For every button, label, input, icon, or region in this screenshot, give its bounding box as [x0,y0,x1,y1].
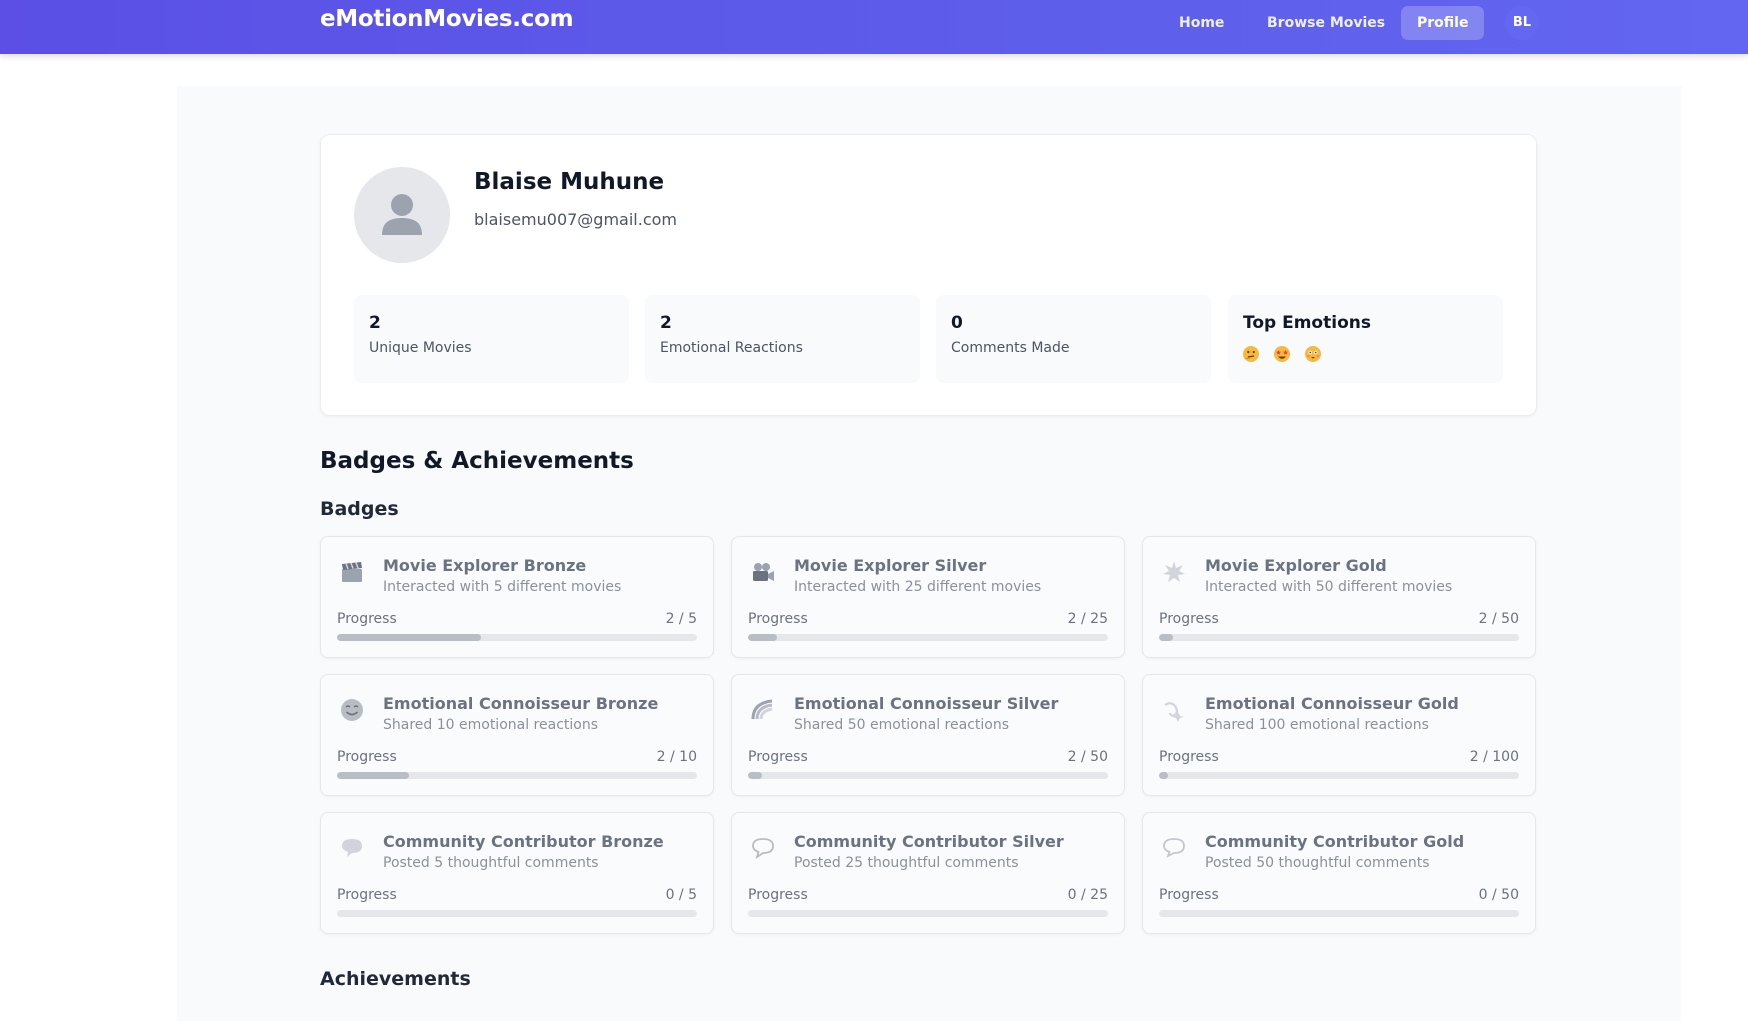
badge-progress-fill [748,634,777,641]
stat-label: Emotional Reactions [660,340,803,356]
badge-progress-label: Progress [748,887,808,903]
badge-progress-label: Progress [1159,611,1219,627]
badge-progress-bar [337,772,697,779]
badge-progress-bar [748,634,1108,641]
movie-camera-icon [750,559,778,587]
badge-progress-bar [748,910,1108,917]
brand-logo[interactable]: eMotionMovies.com [320,6,574,32]
top-emotions-list [1242,345,1330,367]
star-struck-face-icon [1273,345,1293,365]
thinking-face-icon [1242,345,1262,365]
badge-progress-fill [1159,634,1174,641]
badge-description: Posted 25 thoughtful comments [794,855,1019,871]
badge-progress-bar [1159,910,1519,917]
badge-progress-count: 2 / 25 [1067,611,1108,627]
badge-card[interactable]: Community Contributor Silver Posted 25 t… [731,812,1125,934]
badge-progress-count: 0 / 50 [1478,887,1519,903]
flushed-face-icon [1304,345,1324,365]
badge-title: Emotional Connoisseur Silver [794,694,1059,713]
star-burst-icon [1161,559,1189,587]
speech-bubble-icon [339,835,367,863]
badge-progress-count: 2 / 100 [1469,749,1519,765]
badge-title: Community Contributor Gold [1205,832,1465,851]
badge-description: Interacted with 25 different movies [794,579,1042,595]
badge-progress-bar [1159,772,1519,779]
badge-description: Interacted with 50 different movies [1205,579,1453,595]
stat-value: 0 [951,313,963,333]
user-silhouette-icon [382,194,422,235]
speech-balloon-icon [750,835,778,863]
badge-progress-fill [337,634,481,641]
badge-progress-bar [337,634,697,641]
badge-card[interactable]: Emotional Connoisseur Gold Shared 100 em… [1142,674,1536,796]
badge-title: Community Contributor Bronze [383,832,664,851]
badge-title: Community Contributor Silver [794,832,1064,851]
stat-comments-made: 0 Comments Made [936,295,1211,383]
badge-title: Movie Explorer Bronze [383,556,587,575]
badge-progress-count: 2 / 50 [1067,749,1108,765]
badge-title: Emotional Connoisseur Bronze [383,694,659,713]
badge-title: Emotional Connoisseur Gold [1205,694,1459,713]
dizzy-icon [1161,697,1189,725]
stat-label: Unique Movies [369,340,472,356]
badge-progress-fill [1159,772,1168,779]
badge-card[interactable]: Community Contributor Gold Posted 50 tho… [1142,812,1536,934]
smiling-face-icon [339,697,367,725]
badges-heading: Badges [320,498,399,520]
badge-description: Posted 50 thoughtful comments [1205,855,1430,871]
badge-description: Shared 10 emotional reactions [383,717,599,733]
badge-progress-label: Progress [748,749,808,765]
stat-unique-movies: 2 Unique Movies [354,295,629,383]
badge-card[interactable]: Community Contributor Bronze Posted 5 th… [320,812,714,934]
nav-browse-movies-link[interactable]: Browse Movies [1251,6,1401,40]
clapperboard-icon [339,559,367,587]
badge-card[interactable]: Movie Explorer Bronze Interacted with 5 … [320,536,714,658]
nav-profile-link[interactable]: Profile [1401,6,1485,40]
achievements-heading: Achievements [320,968,471,990]
profile-avatar [354,167,450,263]
nav-home-link[interactable]: Home [1163,6,1240,40]
profile-email: blaisemu007@gmail.com [474,210,677,229]
badge-progress-count: 0 / 25 [1067,887,1108,903]
badge-card[interactable]: Movie Explorer Gold Interacted with 50 d… [1142,536,1536,658]
top-emotions-title: Top Emotions [1243,313,1371,333]
badge-card[interactable]: Emotional Connoisseur Bronze Shared 10 e… [320,674,714,796]
badge-progress-label: Progress [337,611,397,627]
badge-progress-count: 2 / 5 [665,611,697,627]
stat-value: 2 [660,313,672,333]
badge-progress-bar [1159,634,1519,641]
thought-bubble-icon [1161,835,1189,863]
badge-description: Shared 50 emotional reactions [794,717,1010,733]
badge-progress-fill [337,772,409,779]
badges-achievements-heading: Badges & Achievements [320,448,634,474]
badge-progress-label: Progress [337,749,397,765]
profile-card: Blaise Muhune blaisemu007@gmail.com 2 Un… [320,134,1537,416]
stat-label: Comments Made [951,340,1070,356]
badge-title: Movie Explorer Gold [1205,556,1387,575]
badge-card[interactable]: Emotional Connoisseur Silver Shared 50 e… [731,674,1125,796]
user-avatar-button[interactable]: BL [1505,6,1539,40]
stat-top-emotions: Top Emotions [1228,295,1503,383]
badge-progress-bar [748,772,1108,779]
badge-description: Interacted with 5 different movies [383,579,622,595]
badge-progress-fill [748,772,763,779]
badge-progress-count: 0 / 5 [665,887,697,903]
badge-progress-label: Progress [748,611,808,627]
badge-progress-count: 2 / 50 [1478,611,1519,627]
badge-progress-count: 2 / 10 [656,749,697,765]
badge-progress-bar [337,910,697,917]
badge-card[interactable]: Movie Explorer Silver Interacted with 25… [731,536,1125,658]
badge-progress-label: Progress [1159,887,1219,903]
badge-description: Shared 100 emotional reactions [1205,717,1429,733]
badge-title: Movie Explorer Silver [794,556,987,575]
badge-description: Posted 5 thoughtful comments [383,855,599,871]
stat-emotional-reactions: 2 Emotional Reactions [645,295,920,383]
top-navbar: eMotionMovies.com Home Browse Movies Pro… [0,0,1748,54]
profile-name: Blaise Muhune [474,169,665,195]
badge-progress-label: Progress [337,887,397,903]
rainbow-icon [750,697,778,725]
badge-progress-label: Progress [1159,749,1219,765]
stat-value: 2 [369,313,381,333]
